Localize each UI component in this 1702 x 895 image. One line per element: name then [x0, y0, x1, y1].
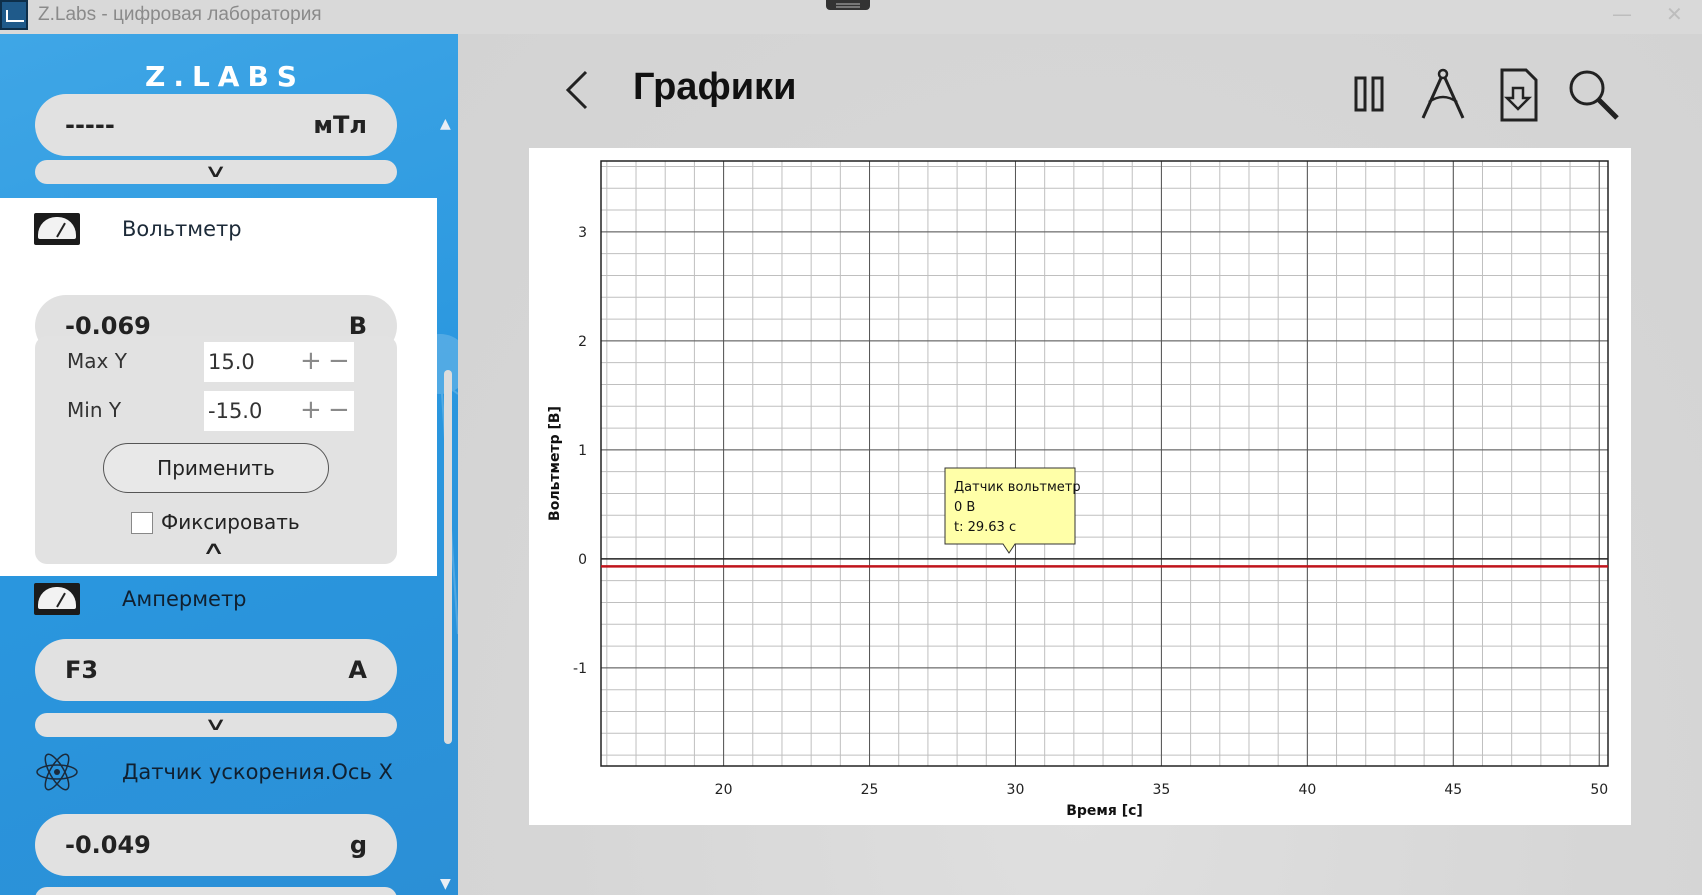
- page-title: Графики: [633, 66, 797, 108]
- min-y-value: -15.0: [208, 399, 263, 423]
- x-tick-label: 50: [1590, 782, 1608, 798]
- compass-icon[interactable]: [1413, 64, 1473, 124]
- chevron-down-icon: ∨: [204, 714, 228, 735]
- search-icon[interactable]: [1563, 64, 1623, 124]
- voltmeter-settings: Max Y 15.0 + − Min Y -15.0 + − Применить…: [35, 336, 397, 564]
- ammeter-name: Амперметр: [122, 587, 247, 611]
- app-icon: [0, 0, 28, 30]
- x-tick-label: 20: [715, 782, 733, 798]
- min-y-input[interactable]: -15.0 + −: [204, 391, 354, 431]
- y-tick-label: 2: [578, 334, 587, 350]
- ammeter-unit: A: [348, 656, 367, 684]
- scroll-down-arrow[interactable]: ▼: [440, 876, 451, 892]
- accel-name: Датчик ускорения.Ось X: [122, 760, 393, 784]
- tooltip-line: 0 В: [954, 500, 975, 515]
- fix-label: Фиксировать: [161, 510, 300, 534]
- x-tick-label: 40: [1298, 782, 1316, 798]
- apply-button[interactable]: Применить: [103, 443, 329, 493]
- sensor-sidebar: Z.LABS ----- мТл ∨ ▲ ▼ Вольтметр -0.069 …: [0, 34, 458, 895]
- back-arrow-icon[interactable]: [558, 68, 598, 112]
- x-tick-label: 30: [1007, 782, 1025, 798]
- accel-expand-button[interactable]: [35, 887, 397, 895]
- voltmeter-header[interactable]: Вольтметр: [0, 204, 430, 254]
- chevron-down-icon: ∨: [204, 161, 228, 182]
- y-axis-label: Вольтметр [В]: [547, 406, 563, 521]
- max-y-value: 15.0: [208, 350, 255, 374]
- decrement-icon[interactable]: −: [328, 348, 350, 374]
- zlabs-logo: Z.LABS: [145, 60, 305, 93]
- ammeter-value-pill: F3 A: [35, 639, 397, 701]
- scroll-up-arrow[interactable]: ▲: [440, 116, 451, 132]
- max-y-label: Max Y: [67, 349, 127, 373]
- voltage-chart[interactable]: 20 25 30 35 40 45 50 -1 0 1 2 3 Время [с] Вольтметр […: [529, 148, 1631, 825]
- accel-header[interactable]: Датчик ускорения.Ось X: [0, 747, 430, 797]
- x-tick-label: 35: [1153, 782, 1171, 798]
- top-sensor-value: -----: [65, 111, 115, 139]
- y-tick-label: -1: [573, 661, 587, 677]
- y-tick-label: 3: [578, 225, 587, 241]
- graphs-main: Графики 20 25 30 35 40 45 50 -1 0 1 2 3 Время [с] Вол…: [458, 34, 1702, 895]
- tooltip-line: t: 29.63 с: [954, 520, 1016, 535]
- x-axis-label: Время [с]: [1066, 803, 1143, 819]
- increment-icon[interactable]: +: [300, 348, 322, 374]
- pause-icon[interactable]: [1338, 64, 1398, 124]
- increment-icon[interactable]: +: [300, 397, 322, 423]
- chevron-up-icon[interactable]: ∧: [202, 540, 226, 558]
- x-tick-label: 45: [1444, 782, 1462, 798]
- close-button[interactable]: ✕: [1666, 2, 1683, 26]
- decrement-icon[interactable]: −: [328, 397, 350, 423]
- download-file-icon[interactable]: [1488, 64, 1548, 124]
- top-sensor-unit: мТл: [313, 111, 367, 139]
- y-tick-label: 1: [578, 443, 587, 459]
- top-sensor-expand-button[interactable]: ∨: [35, 160, 397, 184]
- accel-value: -0.049: [65, 831, 151, 859]
- sidebar-scrollbar-thumb[interactable]: [444, 370, 452, 744]
- y-tick-label: 0: [578, 552, 587, 568]
- tooltip-line: Датчик вольтметр: [954, 480, 1081, 495]
- atom-icon: [36, 753, 78, 791]
- accel-value-pill: -0.049 g: [35, 814, 397, 876]
- window-title: Z.Labs - цифровая лаборатория: [38, 4, 322, 25]
- ammeter-expand-button[interactable]: ∨: [35, 713, 397, 737]
- plot-area-border: [600, 160, 1609, 767]
- drag-handle[interactable]: [826, 0, 870, 10]
- fix-checkbox[interactable]: [131, 512, 153, 534]
- chart-card: 20 25 30 35 40 45 50 -1 0 1 2 3 Время [с] Вольтметр […: [529, 148, 1631, 825]
- voltmeter-name: Вольтметр: [122, 217, 242, 241]
- min-y-label: Min Y: [67, 398, 122, 422]
- ammeter-header[interactable]: Амперметр: [0, 574, 430, 624]
- top-sensor-value-pill: ----- мТл: [35, 94, 397, 156]
- accel-unit: g: [349, 831, 367, 859]
- minimize-button[interactable]: —: [1612, 2, 1632, 26]
- ammeter-icon: [34, 583, 80, 615]
- max-y-input[interactable]: 15.0 + −: [204, 342, 354, 382]
- voltmeter-icon: [34, 213, 80, 245]
- title-bar: Z.Labs - цифровая лаборатория — ✕: [0, 0, 1702, 34]
- ammeter-value: F3: [65, 656, 99, 684]
- x-tick-label: 25: [861, 782, 879, 798]
